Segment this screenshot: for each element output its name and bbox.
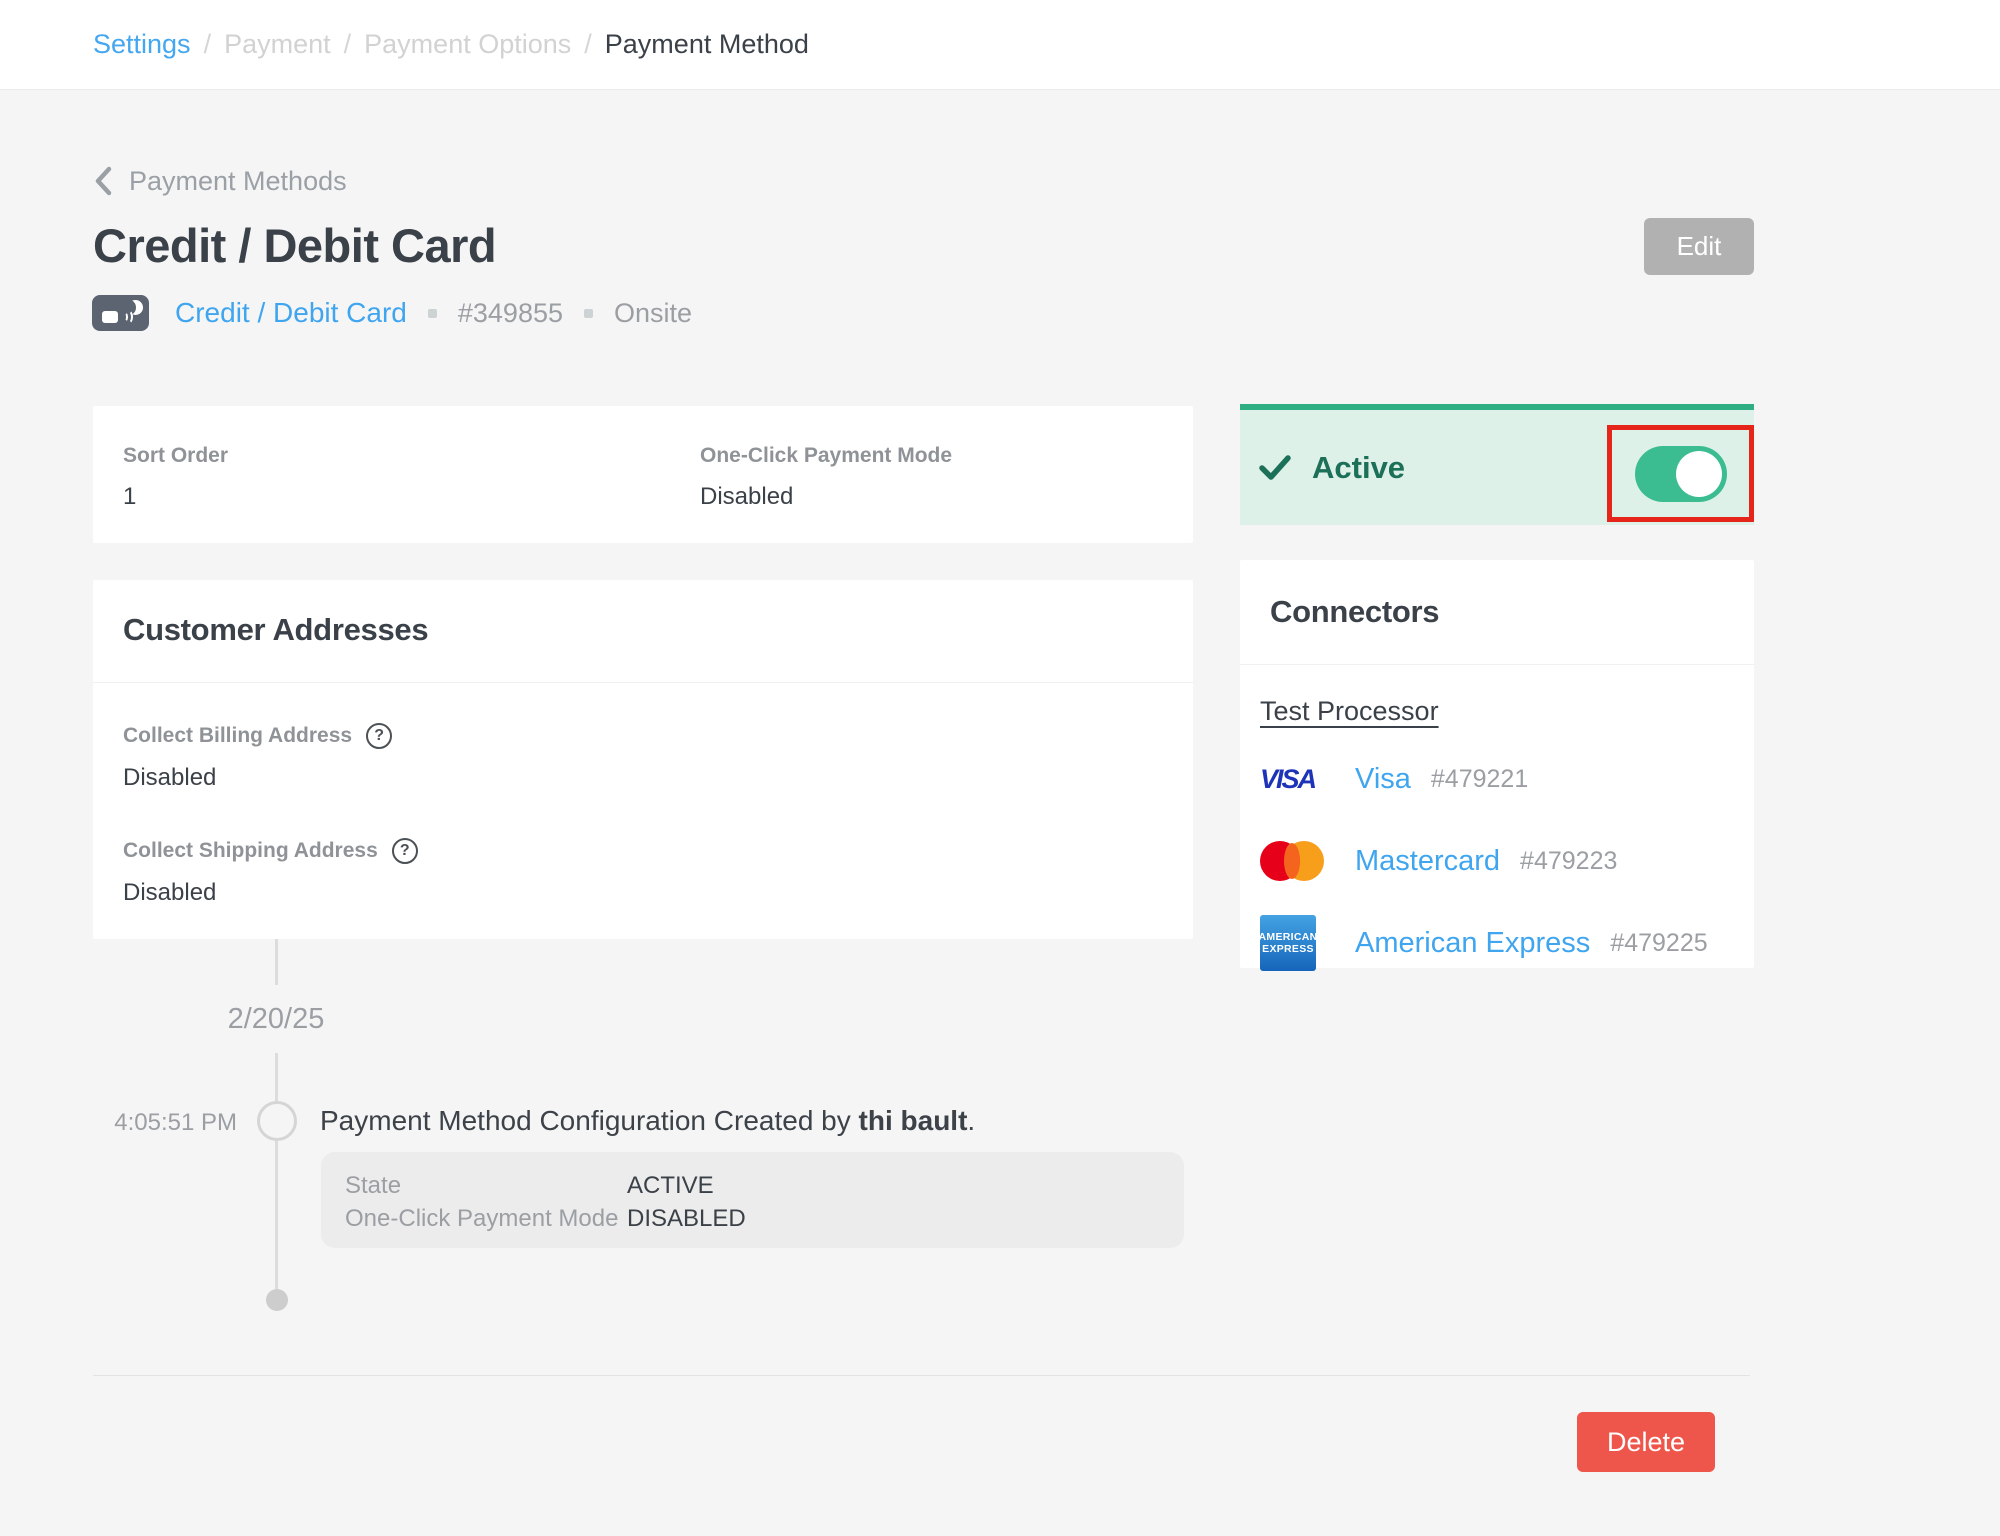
delete-button[interactable]: Delete (1577, 1412, 1715, 1472)
billing-address-label: Collect Billing Address (123, 724, 352, 748)
billing-address-field: Collect Billing Address ? Disabled (123, 723, 1163, 792)
annotation-highlight-box (1607, 425, 1754, 522)
payment-method-type-link[interactable]: Credit / Debit Card (175, 297, 407, 329)
timeline-event-text: Payment Method Configuration Created by … (320, 1105, 975, 1137)
breadcrumb-separator: / (344, 29, 352, 60)
detail-row-state: State ACTIVE (345, 1169, 1184, 1202)
shipping-address-label: Collect Shipping Address (123, 839, 378, 863)
active-status-panel: Active (1240, 404, 1754, 525)
detail-one-click-label: One-Click Payment Mode (345, 1202, 627, 1235)
shipping-address-value: Disabled (123, 879, 1163, 907)
timeline-line (275, 939, 278, 985)
one-click-label: One-Click Payment Mode (700, 444, 1163, 468)
chevron-left-icon (93, 165, 113, 197)
credit-card-icon (92, 295, 149, 331)
detail-state-label: State (345, 1169, 627, 1202)
connector-amex-id: #479225 (1610, 929, 1707, 958)
one-click-value: Disabled (700, 483, 1163, 511)
bottom-divider (93, 1375, 1750, 1376)
breadcrumb-payment: Payment (224, 29, 331, 60)
breadcrumb-payment-options: Payment Options (364, 29, 571, 60)
timeline-end-dot (266, 1289, 288, 1311)
sort-order-label: Sort Order (123, 444, 700, 468)
sort-order-field: Sort Order 1 (123, 444, 700, 543)
square-bullet-icon (428, 309, 437, 318)
overview-card: Sort Order 1 One-Click Payment Mode Disa… (93, 406, 1193, 543)
timeline-date: 2/20/25 (176, 1003, 376, 1036)
content-columns: Sort Order 1 One-Click Payment Mode Disa… (93, 406, 1754, 968)
billing-address-value: Disabled (123, 764, 1163, 792)
connector-row-amex: AMERICAN EXPRESS American Express #47922… (1260, 915, 1734, 971)
breadcrumb-settings[interactable]: Settings (93, 29, 191, 60)
connectors-heading: Connectors (1270, 594, 1439, 629)
square-bullet-icon (584, 309, 593, 318)
breadcrumb-separator: / (584, 29, 592, 60)
connector-mastercard-link[interactable]: Mastercard (1355, 845, 1500, 878)
mastercard-logo-icon (1260, 839, 1355, 883)
detail-one-click-value: DISABLED (627, 1202, 1184, 1235)
timeline-line (275, 1141, 278, 1289)
active-toggle[interactable] (1635, 446, 1727, 502)
payment-method-summary: Credit / Debit Card #349855 Onsite (92, 295, 692, 331)
timeline-event-details: State ACTIVE One-Click Payment Mode DISA… (321, 1152, 1184, 1248)
connector-row-visa: VISA Visa #479221 (1260, 751, 1734, 807)
connectors-body: Test Processor VISA Visa #479221 Masterc… (1240, 665, 1754, 971)
breadcrumb: Settings / Payment / Payment Options / P… (0, 0, 2000, 90)
timeline-line (275, 1053, 278, 1102)
shipping-address-field: Collect Shipping Address ? Disabled (123, 838, 1163, 907)
connectors-header: Connectors (1240, 560, 1754, 665)
right-column: Active Connectors Test Processor VISA Vi… (1240, 406, 1754, 968)
help-icon[interactable]: ? (392, 838, 418, 864)
customer-addresses-heading: Customer Addresses (123, 612, 428, 647)
connector-amex-link[interactable]: American Express (1355, 927, 1590, 960)
breadcrumb-payment-method: Payment Method (605, 29, 809, 60)
connectors-card: Connectors Test Processor VISA Visa #479… (1240, 560, 1754, 968)
breadcrumb-separator: / (204, 29, 212, 60)
back-link-label: Payment Methods (129, 166, 347, 197)
amex-logo-icon: AMERICAN EXPRESS (1260, 915, 1355, 971)
payment-method-id: #349855 (458, 298, 563, 329)
title-row: Credit / Debit Card Edit (93, 218, 1754, 275)
customer-addresses-header: Customer Addresses (93, 580, 1193, 683)
timeline-event-time: 4:05:51 PM (80, 1109, 237, 1137)
one-click-field: One-Click Payment Mode Disabled (700, 444, 1163, 543)
connector-row-mastercard: Mastercard #479223 (1260, 833, 1734, 889)
check-icon (1258, 454, 1292, 482)
customer-addresses-body: Collect Billing Address ? Disabled Colle… (93, 683, 1193, 947)
help-icon[interactable]: ? (366, 723, 392, 749)
toggle-knob (1676, 451, 1722, 497)
payment-method-mode: Onsite (614, 298, 692, 329)
active-status-label: Active (1312, 450, 1405, 486)
detail-row-one-click: One-Click Payment Mode DISABLED (345, 1202, 1184, 1235)
left-column: Sort Order 1 One-Click Payment Mode Disa… (93, 406, 1193, 939)
connector-mastercard-id: #479223 (1520, 847, 1617, 876)
customer-addresses-card: Customer Addresses Collect Billing Addre… (93, 580, 1193, 939)
back-to-payment-methods-link[interactable]: Payment Methods (93, 165, 347, 197)
connector-visa-id: #479221 (1431, 765, 1528, 794)
connector-visa-link[interactable]: Visa (1355, 763, 1411, 796)
page-title: Credit / Debit Card (93, 218, 496, 273)
edit-button[interactable]: Edit (1644, 218, 1754, 275)
timeline-event-marker (257, 1101, 297, 1141)
test-processor-link[interactable]: Test Processor (1260, 696, 1439, 727)
visa-logo-icon: VISA (1260, 764, 1355, 795)
detail-state-value: ACTIVE (627, 1169, 1184, 1202)
sort-order-value: 1 (123, 483, 700, 511)
timeline-event-actor: thi bault (859, 1105, 968, 1136)
